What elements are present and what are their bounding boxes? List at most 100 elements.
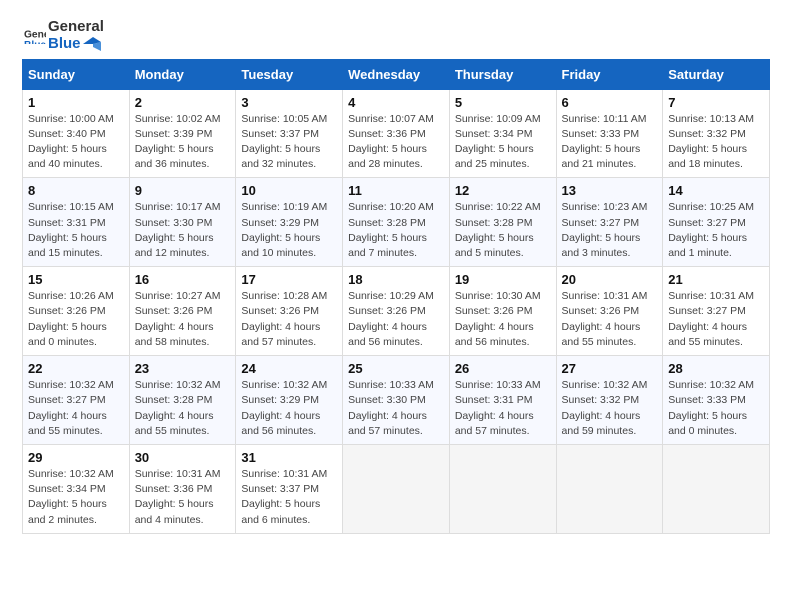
calendar-cell: 8 Sunrise: 10:15 AMSunset: 3:31 PMDayligh… bbox=[23, 178, 130, 267]
calendar-week-row: 29 Sunrise: 10:32 AMSunset: 3:34 PMDaylig… bbox=[23, 445, 770, 534]
day-detail: Sunrise: 10:31 AMSunset: 3:27 PMDaylight… bbox=[668, 290, 754, 348]
weekday-header-wednesday: Wednesday bbox=[343, 59, 450, 89]
day-number: 14 bbox=[668, 183, 764, 198]
day-number: 10 bbox=[241, 183, 337, 198]
weekday-header-monday: Monday bbox=[129, 59, 236, 89]
calendar-cell: 2 Sunrise: 10:02 AMSunset: 3:39 PMDayligh… bbox=[129, 89, 236, 178]
day-detail: Sunrise: 10:32 AMSunset: 3:33 PMDaylight… bbox=[668, 379, 754, 437]
calendar-cell: 12 Sunrise: 10:22 AMSunset: 3:28 PMDaylig… bbox=[449, 178, 556, 267]
day-number: 12 bbox=[455, 183, 551, 198]
day-number: 27 bbox=[562, 361, 658, 376]
day-number: 20 bbox=[562, 272, 658, 287]
calendar-cell: 22 Sunrise: 10:32 AMSunset: 3:27 PMDaylig… bbox=[23, 356, 130, 445]
day-detail: Sunrise: 10:33 AMSunset: 3:31 PMDaylight… bbox=[455, 379, 541, 437]
calendar-cell: 30 Sunrise: 10:31 AMSunset: 3:36 PMDaylig… bbox=[129, 445, 236, 534]
day-number: 24 bbox=[241, 361, 337, 376]
weekday-header-sunday: Sunday bbox=[23, 59, 130, 89]
logo-bird-icon bbox=[83, 37, 101, 51]
day-number: 15 bbox=[28, 272, 124, 287]
svg-text:General: General bbox=[24, 29, 46, 40]
day-number: 29 bbox=[28, 450, 124, 465]
calendar-cell bbox=[449, 445, 556, 534]
calendar-page: General Blue General Blue bbox=[0, 0, 792, 612]
calendar-cell: 13 Sunrise: 10:23 AMSunset: 3:27 PMDaylig… bbox=[556, 178, 663, 267]
day-detail: Sunrise: 10:32 AMSunset: 3:29 PMDaylight… bbox=[241, 379, 327, 437]
day-number: 1 bbox=[28, 95, 124, 110]
calendar-week-row: 15 Sunrise: 10:26 AMSunset: 3:26 PMDaylig… bbox=[23, 267, 770, 356]
calendar-cell bbox=[556, 445, 663, 534]
calendar-cell: 3Sunrise: 10:05 AMSunset: 3:37 PMDayligh… bbox=[236, 89, 343, 178]
day-number: 9 bbox=[135, 183, 231, 198]
day-detail: Sunrise: 10:27 AMSunset: 3:26 PMDaylight… bbox=[135, 290, 221, 348]
day-number: 25 bbox=[348, 361, 444, 376]
day-detail: Sunrise: 10:20 AMSunset: 3:28 PMDaylight… bbox=[348, 201, 434, 259]
calendar-cell: 24 Sunrise: 10:32 AMSunset: 3:29 PMDaylig… bbox=[236, 356, 343, 445]
day-number: 30 bbox=[135, 450, 231, 465]
day-detail: Sunrise: 10:15 AMSunset: 3:31 PMDaylight… bbox=[28, 201, 114, 259]
day-number: 6 bbox=[562, 95, 658, 110]
calendar-cell: 27 Sunrise: 10:32 AMSunset: 3:32 PMDaylig… bbox=[556, 356, 663, 445]
calendar-cell bbox=[663, 445, 770, 534]
day-number: 11 bbox=[348, 183, 444, 198]
day-detail: Sunrise: 10:02 AMSunset: 3:39 PMDaylight… bbox=[135, 113, 221, 171]
day-number: 19 bbox=[455, 272, 551, 287]
calendar-cell: 25 Sunrise: 10:33 AMSunset: 3:30 PMDaylig… bbox=[343, 356, 450, 445]
calendar-cell: 17 Sunrise: 10:28 AMSunset: 3:26 PMDaylig… bbox=[236, 267, 343, 356]
weekday-header-thursday: Thursday bbox=[449, 59, 556, 89]
calendar-cell: 4Sunrise: 10:07 AMSunset: 3:36 PMDayligh… bbox=[343, 89, 450, 178]
calendar-week-row: 8 Sunrise: 10:15 AMSunset: 3:31 PMDayligh… bbox=[23, 178, 770, 267]
calendar-cell: 23Sunrise: 10:32 AMSunset: 3:28 PMDaylig… bbox=[129, 356, 236, 445]
calendar-cell: 20 Sunrise: 10:31 AMSunset: 3:26 PMDaylig… bbox=[556, 267, 663, 356]
weekday-header-saturday: Saturday bbox=[663, 59, 770, 89]
day-number: 5 bbox=[455, 95, 551, 110]
day-number: 13 bbox=[562, 183, 658, 198]
calendar-cell: 16Sunrise: 10:27 AMSunset: 3:26 PMDaylig… bbox=[129, 267, 236, 356]
day-detail: Sunrise: 10:23 AMSunset: 3:27 PMDaylight… bbox=[562, 201, 648, 259]
day-detail: Sunrise: 10:25 AMSunset: 3:27 PMDaylight… bbox=[668, 201, 754, 259]
day-detail: Sunrise: 10:26 AMSunset: 3:26 PMDaylight… bbox=[28, 290, 114, 348]
weekday-header-tuesday: Tuesday bbox=[236, 59, 343, 89]
day-number: 31 bbox=[241, 450, 337, 465]
day-detail: Sunrise: 10:22 AMSunset: 3:28 PMDaylight… bbox=[455, 201, 541, 259]
calendar-cell: 1 Sunrise: 10:00 AMSunset: 3:40 PMDayligh… bbox=[23, 89, 130, 178]
day-detail: Sunrise: 10:32 AMSunset: 3:32 PMDaylight… bbox=[562, 379, 648, 437]
day-detail: Sunrise: 10:33 AMSunset: 3:30 PMDaylight… bbox=[348, 379, 434, 437]
day-detail: Sunrise: 10:32 AMSunset: 3:34 PMDaylight… bbox=[28, 468, 114, 526]
calendar-cell: 26Sunrise: 10:33 AMSunset: 3:31 PMDaylig… bbox=[449, 356, 556, 445]
day-detail: Sunrise: 10:31 AMSunset: 3:26 PMDaylight… bbox=[562, 290, 648, 348]
day-detail: Sunrise: 10:30 AMSunset: 3:26 PMDaylight… bbox=[455, 290, 541, 348]
day-number: 18 bbox=[348, 272, 444, 287]
calendar-cell: 29 Sunrise: 10:32 AMSunset: 3:34 PMDaylig… bbox=[23, 445, 130, 534]
day-number: 2 bbox=[135, 95, 231, 110]
day-detail: Sunrise: 10:00 AMSunset: 3:40 PMDaylight… bbox=[28, 113, 114, 171]
calendar-cell bbox=[343, 445, 450, 534]
day-detail: Sunrise: 10:28 AMSunset: 3:26 PMDaylight… bbox=[241, 290, 327, 348]
weekday-header-friday: Friday bbox=[556, 59, 663, 89]
logo-icon: General Blue bbox=[24, 22, 46, 44]
day-detail: Sunrise: 10:17 AMSunset: 3:30 PMDaylight… bbox=[135, 201, 221, 259]
calendar-cell: 19 Sunrise: 10:30 AMSunset: 3:26 PMDaylig… bbox=[449, 267, 556, 356]
logo-blue: Blue bbox=[48, 35, 104, 52]
day-detail: Sunrise: 10:32 AMSunset: 3:27 PMDaylight… bbox=[28, 379, 114, 437]
svg-text:Blue: Blue bbox=[24, 40, 46, 44]
calendar-cell: 5 Sunrise: 10:09 AMSunset: 3:34 PMDayligh… bbox=[449, 89, 556, 178]
calendar-cell: 21 Sunrise: 10:31 AMSunset: 3:27 PMDaylig… bbox=[663, 267, 770, 356]
calendar-cell: 9 Sunrise: 10:17 AMSunset: 3:30 PMDayligh… bbox=[129, 178, 236, 267]
day-detail: Sunrise: 10:09 AMSunset: 3:34 PMDaylight… bbox=[455, 113, 541, 171]
day-number: 17 bbox=[241, 272, 337, 287]
calendar-cell: 11 Sunrise: 10:20 AMSunset: 3:28 PMDaylig… bbox=[343, 178, 450, 267]
calendar-cell: 6 Sunrise: 10:11 AMSunset: 3:33 PMDayligh… bbox=[556, 89, 663, 178]
day-number: 21 bbox=[668, 272, 764, 287]
day-number: 22 bbox=[28, 361, 124, 376]
logo: General Blue General Blue bbox=[22, 18, 104, 53]
day-detail: Sunrise: 10:11 AMSunset: 3:33 PMDaylight… bbox=[562, 113, 647, 171]
day-detail: Sunrise: 10:05 AMSunset: 3:37 PMDaylight… bbox=[241, 113, 327, 171]
day-number: 4 bbox=[348, 95, 444, 110]
day-number: 8 bbox=[28, 183, 124, 198]
day-detail: Sunrise: 10:31 AMSunset: 3:36 PMDaylight… bbox=[135, 468, 221, 526]
day-detail: Sunrise: 10:19 AMSunset: 3:29 PMDaylight… bbox=[241, 201, 327, 259]
day-detail: Sunrise: 10:31 AMSunset: 3:37 PMDaylight… bbox=[241, 468, 327, 526]
day-number: 28 bbox=[668, 361, 764, 376]
calendar-cell: 15 Sunrise: 10:26 AMSunset: 3:26 PMDaylig… bbox=[23, 267, 130, 356]
calendar-week-row: 1 Sunrise: 10:00 AMSunset: 3:40 PMDayligh… bbox=[23, 89, 770, 178]
